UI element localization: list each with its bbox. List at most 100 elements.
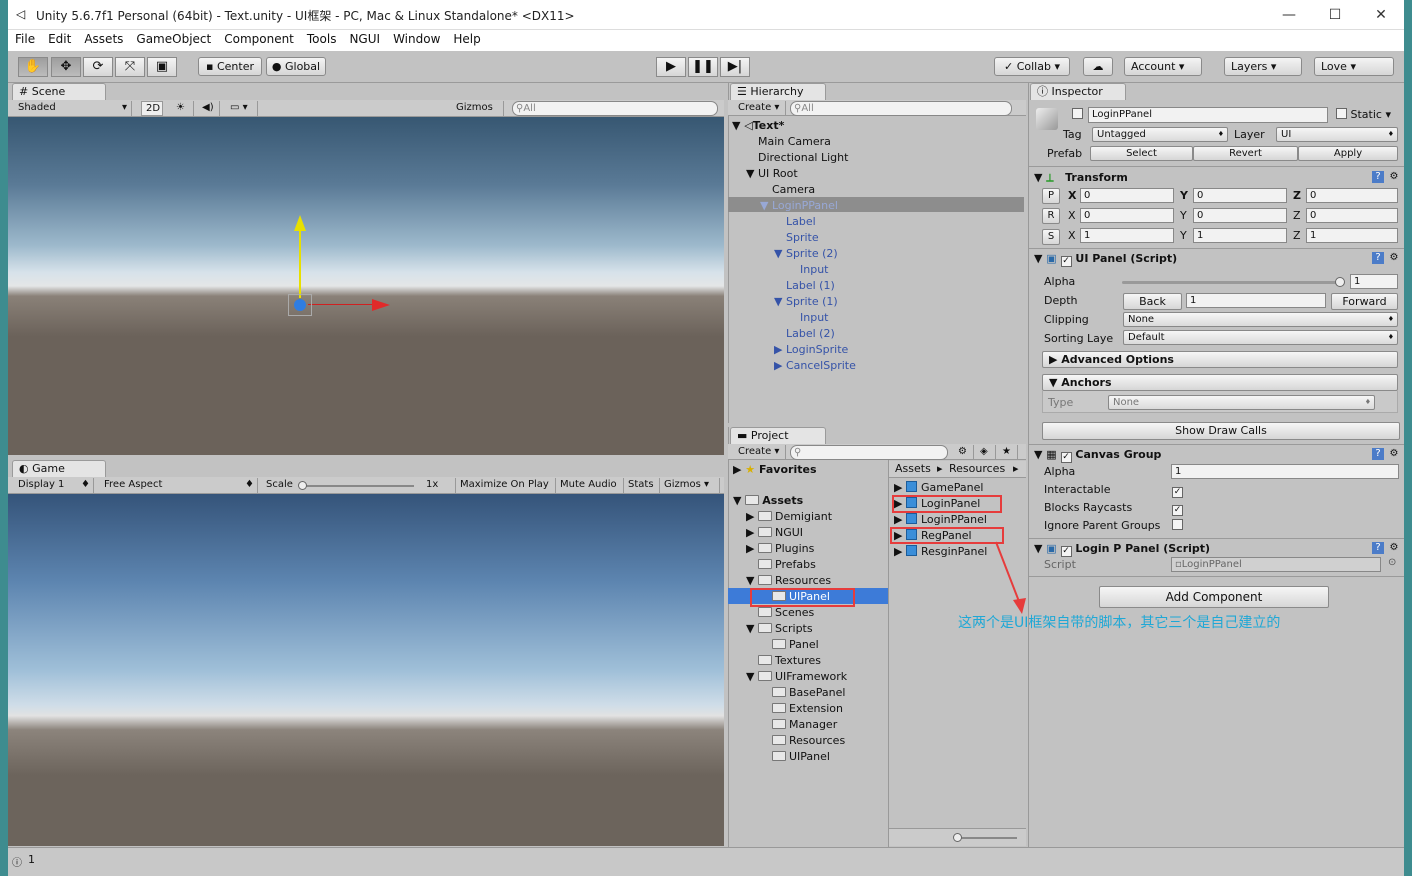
hierarchy-item-sprite[interactable]: Sprite <box>786 230 819 246</box>
shading-dropdown[interactable]: Shaded ▾ <box>14 101 132 116</box>
menu-ngui[interactable]: NGUI <box>342 30 386 46</box>
lighting-icon[interactable]: ☀ <box>172 101 194 116</box>
tab-scene[interactable]: # Scene <box>12 83 106 100</box>
hierarchy-item-camera[interactable]: Camera <box>772 182 815 198</box>
gizmo-x-axis[interactable] <box>308 304 378 305</box>
aspect-dropdown[interactable]: Free Aspect ♦ <box>100 478 258 493</box>
tab-inspector[interactable]: ⓘ Inspector <box>1030 83 1126 100</box>
tag-dropdown[interactable]: Untagged <box>1092 127 1228 142</box>
blocks-raycasts-checkbox[interactable]: ✓ <box>1172 501 1183 516</box>
rect-tool-icon[interactable]: ▣ <box>147 57 177 77</box>
tab-game[interactable]: ◐ Game <box>12 460 106 477</box>
static-toggle[interactable]: Static ▾ <box>1336 108 1391 121</box>
gizmo-center-icon[interactable] <box>294 299 306 311</box>
mode-2d-toggle[interactable]: 2D <box>141 101 163 116</box>
clipping-dropdown[interactable]: None <box>1123 312 1398 327</box>
breadcrumb-resources[interactable]: Resources <box>949 462 1005 475</box>
tree-item-scenes[interactable]: Scenes <box>758 605 814 621</box>
scale-y-field[interactable]: 1 <box>1193 228 1287 243</box>
hierarchy-item-loginppanel[interactable]: ▼ LoginPPanel <box>760 198 838 214</box>
cloud-button[interactable]: ☁ <box>1083 57 1113 76</box>
collab-dropdown[interactable]: ✓ Collab ▾ <box>994 57 1070 76</box>
hierarchy-item-loginsprite[interactable]: ▶ LoginSprite <box>774 342 848 358</box>
canvas-group-foldout[interactable]: ▼ ▦ ✓ Canvas Group <box>1034 448 1161 463</box>
prefab-apply-button[interactable]: Apply <box>1298 146 1398 161</box>
script-field[interactable]: ▫LoginPPanel <box>1171 557 1381 572</box>
hierarchy-item-cancelsprite[interactable]: ▶ CancelSprite <box>774 358 856 374</box>
reset-position-button[interactable]: P <box>1042 188 1060 204</box>
pivot-global-button[interactable]: ● Global <box>266 57 326 76</box>
sorting-layer-dropdown[interactable]: Default <box>1123 330 1398 345</box>
gear-icon[interactable]: ⚙ <box>1388 252 1400 264</box>
gizmo-y-axis[interactable] <box>299 228 301 298</box>
warning-icon[interactable]: ⓘ <box>12 854 22 869</box>
scale-tool-icon[interactable]: ⤧ <box>115 57 145 77</box>
alpha-value-field[interactable]: 1 <box>1350 274 1398 289</box>
help-book-icon[interactable]: ? <box>1372 171 1384 183</box>
scale-slider[interactable]: Scale 1x <box>262 478 456 493</box>
scale-x-field[interactable]: 1 <box>1080 228 1174 243</box>
hierarchy-search-input[interactable]: ⚲All <box>790 101 1012 116</box>
scene-gizmos-dropdown[interactable]: Gizmos ▾ <box>452 101 504 127</box>
menu-gameobject[interactable]: GameObject <box>129 30 217 46</box>
alpha-slider-track[interactable] <box>1122 281 1344 284</box>
maximize-button[interactable]: ☐ <box>1312 0 1358 30</box>
account-dropdown[interactable]: Account ▾ <box>1124 57 1202 76</box>
scene-search-input[interactable]: ⚲All <box>512 101 718 116</box>
hierarchy-item-sprite-2[interactable]: ▼ Sprite (2) <box>774 246 838 262</box>
ignore-parent-groups-checkbox[interactable] <box>1172 519 1183 532</box>
layer-dropdown[interactable]: UI <box>1276 127 1398 142</box>
breadcrumb-assets[interactable]: Assets <box>895 462 931 475</box>
hierarchy-scene-root[interactable]: ▼ ◁Text* <box>732 118 784 134</box>
layers-dropdown[interactable]: Layers ▾ <box>1224 57 1302 76</box>
close-button[interactable]: ✕ <box>1358 0 1404 30</box>
show-draw-calls-button[interactable]: Show Draw Calls <box>1042 422 1400 440</box>
hierarchy-item-input-2[interactable]: Input <box>800 310 828 326</box>
play-icon[interactable]: ▶ <box>656 57 686 77</box>
hierarchy-item-ui-root[interactable]: ▼ UI Root <box>746 166 798 182</box>
menu-file[interactable]: File <box>8 30 41 46</box>
hierarchy-item-input[interactable]: Input <box>800 262 828 278</box>
rotation-x-field[interactable]: 0 <box>1080 208 1174 223</box>
canvas-alpha-field[interactable]: 1 <box>1171 464 1399 479</box>
tab-hierarchy[interactable]: ☰ Hierarchy <box>730 83 826 100</box>
hierarchy-item-label-2[interactable]: Label (2) <box>786 326 835 342</box>
pause-icon[interactable]: ❚❚ <box>688 57 718 77</box>
pivot-center-button[interactable]: ▪ Center <box>198 57 262 76</box>
move-tool-icon[interactable]: ✥ <box>51 57 81 77</box>
menu-tools[interactable]: Tools <box>300 30 343 46</box>
file-gamepanel[interactable]: ▶ GamePanel <box>894 480 983 496</box>
menu-assets[interactable]: Assets <box>77 30 129 46</box>
login-script-enabled-checkbox[interactable]: ✓ <box>1060 546 1072 557</box>
minimize-button[interactable]: — <box>1266 0 1312 30</box>
mute-audio-toggle[interactable]: Mute Audio <box>556 478 624 493</box>
tree-item-ngui[interactable]: ▶ NGUI <box>746 525 803 541</box>
tree-item-prefabs[interactable]: Prefabs <box>758 557 816 573</box>
hierarchy-item-label-1[interactable]: Label (1) <box>786 278 835 294</box>
display-dropdown[interactable]: Display 1 ♦ <box>14 478 94 493</box>
tree-item-extension[interactable]: Extension <box>772 701 843 717</box>
scale-thumb[interactable] <box>298 481 307 490</box>
file-resginpanel[interactable]: ▶ ResginPanel <box>894 544 987 560</box>
object-name-field[interactable]: LoginPPanel <box>1088 107 1328 123</box>
tree-item-textures[interactable]: Textures <box>758 653 821 669</box>
tree-item-resources-2[interactable]: Resources <box>772 733 845 749</box>
rotation-y-field[interactable]: 0 <box>1193 208 1287 223</box>
favorites-root[interactable]: ▶ ★ Favorites <box>733 462 817 478</box>
tree-item-uipanel-2[interactable]: UIPanel <box>772 749 830 765</box>
tree-item-basepanel[interactable]: BasePanel <box>772 685 845 701</box>
anchor-type-dropdown[interactable]: None <box>1108 395 1375 410</box>
position-z-field[interactable]: 0 <box>1306 188 1398 203</box>
help-book-icon[interactable]: ? <box>1372 542 1384 554</box>
gear-icon[interactable]: ⚙ <box>1388 171 1400 183</box>
layout-dropdown[interactable]: Love ▾ <box>1314 57 1394 76</box>
step-icon[interactable]: ▶| <box>720 57 750 77</box>
depth-forward-button[interactable]: Forward <box>1331 293 1398 310</box>
tree-item-uiframework[interactable]: ▼ UIFramework <box>746 669 847 685</box>
uipanel-enabled-checkbox[interactable]: ✓ <box>1060 256 1072 267</box>
reset-rotation-button[interactable]: R <box>1042 208 1060 224</box>
advanced-options-foldout[interactable]: ▶ Advanced Options <box>1042 351 1398 368</box>
canvas-group-enabled-checkbox[interactable]: ✓ <box>1060 452 1072 463</box>
uipanel-foldout[interactable]: ▼ ▣ ✓ UI Panel (Script) <box>1034 252 1177 267</box>
menu-help[interactable]: Help <box>446 30 486 46</box>
